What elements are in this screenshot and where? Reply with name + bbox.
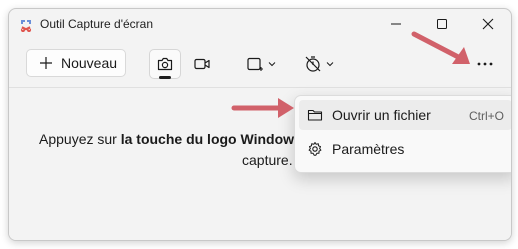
more-options-icon [477, 62, 493, 66]
annotation-arrow-more [411, 31, 470, 64]
menu-item-settings[interactable]: Paramètres [299, 134, 511, 164]
instruction-text: Appuyez sur la touche du logo Window [39, 131, 294, 147]
snip-mode-icon [247, 57, 263, 71]
menu-item-open-file[interactable]: Ouvrir un fichier Ctrl+O [299, 100, 511, 130]
new-button[interactable]: Nouveau [26, 49, 126, 77]
camera-icon [157, 57, 173, 71]
active-indicator [159, 76, 171, 79]
snip-mode-dropdown[interactable] [241, 49, 281, 79]
delay-dropdown[interactable] [299, 49, 339, 79]
window-title: Outil Capture d'écran [40, 17, 154, 31]
annotation-arrow-menu [231, 98, 294, 118]
video-icon [194, 58, 210, 70]
minimize-icon [391, 23, 401, 25]
menu-item-label: Paramètres [332, 141, 405, 157]
menu-item-shortcut: Ctrl+O [468, 109, 504, 123]
chevron-down-icon [268, 62, 276, 67]
instruction-bold: la touche du logo Window [120, 131, 295, 147]
close-icon [482, 18, 494, 30]
video-mode-button[interactable] [186, 49, 218, 79]
instruction-line2: capture. [242, 152, 293, 168]
delay-timer-icon [305, 56, 321, 72]
folder-icon [307, 109, 323, 121]
menu-item-label: Ouvrir un fichier [332, 107, 431, 123]
screenshot-mode-button[interactable] [149, 49, 181, 79]
chevron-down-icon [326, 62, 334, 67]
instruction-prefix: Appuyez sur [39, 131, 121, 147]
new-button-label: Nouveau [61, 55, 118, 71]
more-options-menu: Ouvrir un fichier Ctrl+O Paramètres [294, 95, 511, 173]
snipping-tool-app-icon [20, 20, 32, 32]
gear-icon [308, 142, 322, 156]
plus-icon [40, 57, 52, 69]
